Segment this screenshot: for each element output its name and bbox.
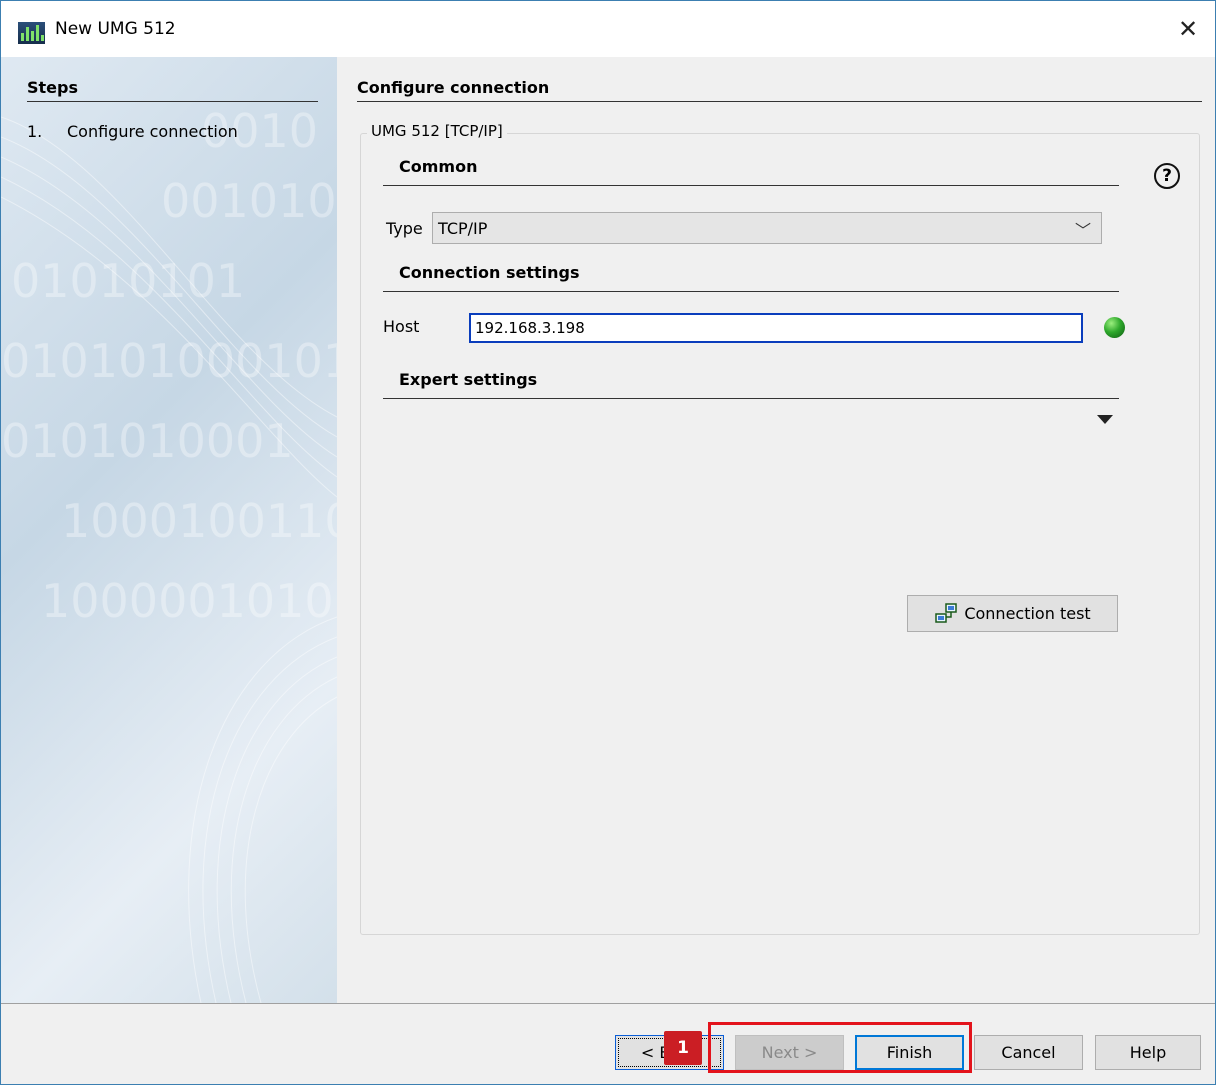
window-title: New UMG 512	[55, 19, 176, 39]
annotation-badge: 1	[664, 1031, 702, 1065]
page-title-divider	[357, 101, 1202, 102]
svg-text:001010: 001010	[161, 174, 337, 228]
background-decoration: 0010 001010 01010101 010101000101 010101…	[1, 104, 337, 1003]
title-bar: New UMG 512 ✕	[1, 1, 1215, 57]
connection-status-icon	[1104, 317, 1125, 338]
host-label: Host	[383, 317, 420, 336]
connection-group-box	[360, 133, 1200, 935]
type-select[interactable]: TCP/IP ﹀	[432, 212, 1102, 244]
svg-text:0101010001: 0101010001	[1, 414, 294, 468]
connection-settings-title: Connection settings	[399, 263, 580, 282]
steps-divider	[27, 101, 318, 102]
common-section-title: Common	[399, 157, 478, 176]
svg-text:10001001100: 10001001100	[61, 494, 337, 548]
type-select-value: TCP/IP	[438, 219, 488, 238]
annotation-highlight-box	[708, 1022, 972, 1073]
steps-panel: 0010 001010 01010101 010101000101 010101…	[1, 57, 337, 1003]
common-section-divider	[383, 185, 1119, 186]
connection-settings-divider	[383, 291, 1119, 292]
group-box-label: UMG 512 [TCP/IP]	[367, 122, 507, 140]
help-icon[interactable]: ?	[1154, 163, 1180, 189]
cancel-button[interactable]: Cancel	[974, 1035, 1083, 1070]
svg-text:010101000101: 010101000101	[1, 334, 337, 388]
close-button[interactable]: ✕	[1171, 13, 1205, 45]
svg-text:1000001010: 1000001010	[41, 574, 334, 628]
app-logo-icon	[18, 22, 45, 44]
svg-text:01010101: 01010101	[11, 254, 245, 308]
expert-settings-divider	[383, 398, 1119, 399]
network-icon	[934, 602, 958, 626]
page-title: Configure connection	[357, 78, 550, 97]
chevron-down-icon: ﹀	[1074, 221, 1091, 240]
type-label: Type	[386, 219, 423, 238]
footer-divider	[1, 1003, 1215, 1004]
steps-title: Steps	[27, 78, 78, 97]
host-input[interactable]	[469, 313, 1083, 343]
help-button[interactable]: Help	[1095, 1035, 1201, 1070]
wizard-window: New UMG 512 ✕ 0010 001010 01010101 01010…	[0, 0, 1216, 1085]
step-item-configure-connection: Configure connection	[67, 122, 238, 141]
close-icon: ✕	[1177, 15, 1199, 43]
connection-test-button[interactable]: Connection test	[907, 595, 1118, 632]
expand-arrow-icon[interactable]	[1097, 415, 1113, 424]
step-number: 1.	[27, 122, 43, 141]
expert-settings-title: Expert settings	[399, 370, 538, 389]
connection-test-label: Connection test	[964, 604, 1091, 623]
